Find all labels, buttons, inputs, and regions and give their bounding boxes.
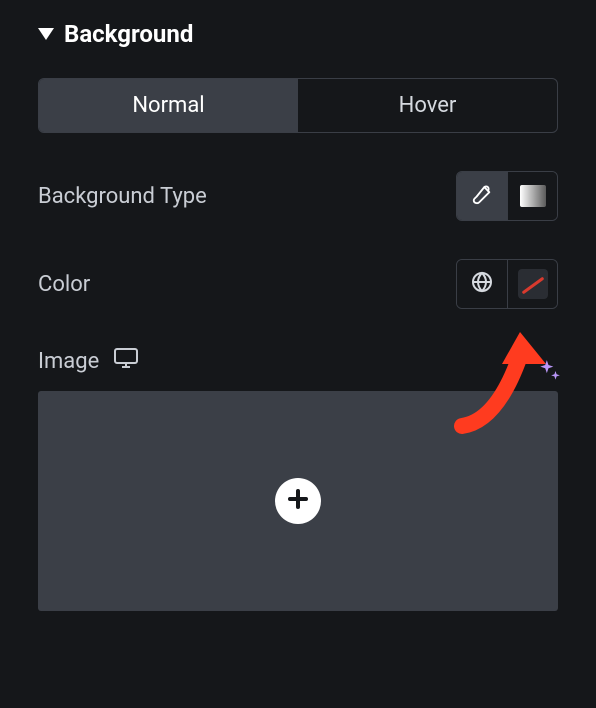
color-controls	[456, 259, 558, 309]
plus-icon	[286, 487, 310, 515]
color-swatch-none-icon	[518, 269, 548, 299]
color-row: Color	[38, 259, 558, 309]
image-row-header: Image	[38, 347, 558, 375]
gradient-icon	[520, 185, 546, 207]
brush-icon	[471, 183, 493, 209]
background-type-row: Background Type	[38, 171, 558, 221]
gradient-background-button[interactable]	[507, 172, 557, 220]
background-section-header[interactable]: Background	[38, 20, 558, 48]
color-picker-button[interactable]	[507, 260, 557, 308]
add-image-button[interactable]	[275, 478, 321, 524]
state-toggle: Normal Hover	[38, 78, 558, 133]
caret-down-icon	[38, 25, 54, 44]
desktop-icon[interactable]	[113, 347, 139, 375]
color-label: Color	[38, 272, 90, 297]
globe-icon	[470, 270, 494, 298]
background-type-label: Background Type	[38, 184, 207, 209]
background-type-selector	[456, 171, 558, 221]
sparkle-icon	[536, 358, 562, 388]
image-label: Image	[38, 347, 139, 375]
global-color-button[interactable]	[457, 260, 507, 308]
image-drop-area[interactable]	[38, 391, 558, 611]
section-title: Background	[64, 20, 193, 48]
tab-hover[interactable]: Hover	[298, 79, 557, 132]
image-label-text: Image	[38, 349, 99, 374]
classic-background-button[interactable]	[457, 172, 507, 220]
tab-normal[interactable]: Normal	[39, 79, 298, 132]
